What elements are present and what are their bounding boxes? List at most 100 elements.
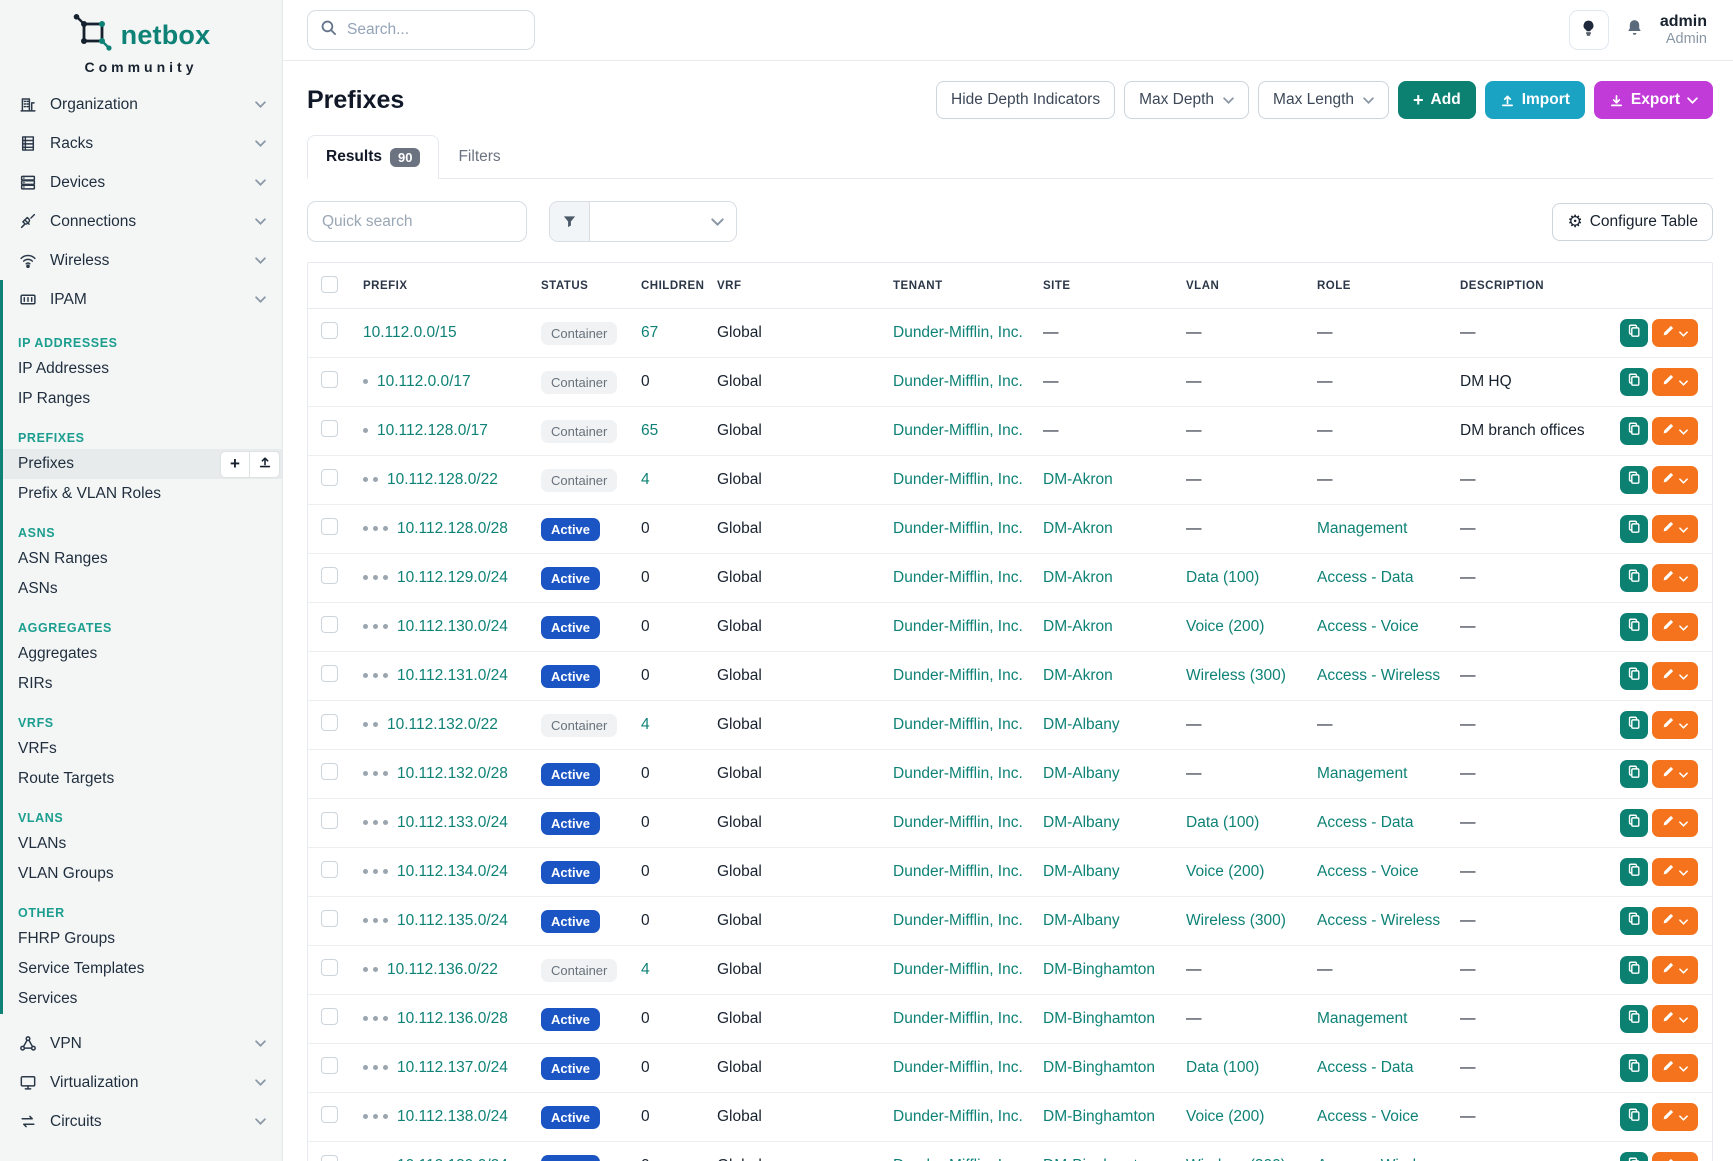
site-link[interactable]: DM-Akron (1043, 471, 1113, 488)
row-checkbox[interactable] (321, 714, 338, 731)
site-link[interactable]: DM-Albany (1043, 765, 1120, 782)
row-checkbox[interactable] (321, 322, 338, 339)
import-button[interactable]: Import (1485, 81, 1585, 119)
prefix-link[interactable]: 10.112.0.0/15 (363, 324, 457, 341)
children-count-link[interactable]: 67 (641, 324, 658, 341)
add-button[interactable]: + Add (1398, 81, 1476, 119)
vlan-link[interactable]: Voice (200) (1186, 863, 1264, 880)
clone-button[interactable] (1620, 417, 1648, 445)
tenant-link[interactable]: Dunder-Mifflin, Inc. (893, 961, 1023, 978)
edit-dropdown-button[interactable] (1652, 319, 1698, 347)
vlan-link[interactable]: Wireless (300) (1186, 667, 1286, 684)
tenant-link[interactable]: Dunder-Mifflin, Inc. (893, 912, 1023, 929)
tenant-link[interactable]: Dunder-Mifflin, Inc. (893, 373, 1023, 390)
row-checkbox[interactable] (321, 420, 338, 437)
role-link[interactable]: Access - Data (1317, 1059, 1413, 1076)
edit-dropdown-button[interactable] (1652, 515, 1698, 543)
role-link[interactable]: Management (1317, 520, 1407, 537)
column-header-prefix[interactable]: PREFIX (355, 263, 533, 309)
clone-button[interactable] (1620, 1152, 1648, 1161)
prefix-link[interactable]: 10.112.137.0/24 (397, 1059, 508, 1076)
sidebar-item-connections[interactable]: Connections (0, 202, 282, 241)
prefix-link[interactable]: 10.112.128.0/28 (397, 520, 508, 537)
sidebar-item-devices[interactable]: Devices (0, 163, 282, 202)
role-link[interactable]: Access - Wireless (1317, 912, 1440, 929)
clone-button[interactable] (1620, 662, 1648, 690)
children-count-link[interactable]: 65 (641, 422, 658, 439)
edit-dropdown-button[interactable] (1652, 711, 1698, 739)
sidebar-item-racks[interactable]: Racks (0, 124, 282, 163)
site-link[interactable]: DM-Binghamton (1043, 1010, 1155, 1027)
tab-results[interactable]: Results 90 (307, 135, 439, 179)
quick-search-input[interactable] (307, 201, 527, 242)
tenant-link[interactable]: Dunder-Mifflin, Inc. (893, 618, 1023, 635)
prefix-link[interactable]: 10.112.132.0/28 (397, 765, 508, 782)
tenant-link[interactable]: Dunder-Mifflin, Inc. (893, 1108, 1023, 1125)
clone-button[interactable] (1620, 1103, 1648, 1131)
hide-depth-indicators-button[interactable]: Hide Depth Indicators (936, 81, 1115, 119)
site-link[interactable]: DM-Akron (1043, 667, 1113, 684)
row-checkbox[interactable] (321, 1057, 338, 1074)
edit-dropdown-button[interactable] (1652, 809, 1698, 837)
prefix-link[interactable]: 10.112.0.0/17 (377, 373, 471, 390)
site-link[interactable]: DM-Binghamton (1043, 1059, 1155, 1076)
column-header-site[interactable]: SITE (1035, 263, 1178, 309)
sidebar-item-services[interactable]: Services (3, 984, 282, 1014)
prefix-link[interactable]: 10.112.133.0/24 (397, 814, 508, 831)
site-link[interactable]: DM-Akron (1043, 520, 1113, 537)
role-link[interactable]: Management (1317, 1010, 1407, 1027)
tenant-link[interactable]: Dunder-Mifflin, Inc. (893, 716, 1023, 733)
sidebar-item-service-templates[interactable]: Service Templates (3, 954, 282, 984)
vlan-link[interactable]: Data (100) (1186, 569, 1259, 586)
search-input[interactable] (347, 21, 507, 39)
sidebar-item-organization[interactable]: Organization (0, 85, 282, 124)
edit-dropdown-button[interactable] (1652, 1152, 1698, 1161)
quick-import-button[interactable] (250, 451, 280, 478)
sidebar-item-aggregates[interactable]: Aggregates (3, 639, 282, 669)
prefix-link[interactable]: 10.112.128.0/17 (377, 422, 488, 439)
sidebar-item-vrfs[interactable]: VRFs (3, 734, 282, 764)
tenant-link[interactable]: Dunder-Mifflin, Inc. (893, 1157, 1023, 1161)
clone-button[interactable] (1620, 564, 1648, 592)
prefix-link[interactable]: 10.112.138.0/24 (397, 1108, 508, 1125)
vlan-link[interactable]: Wireless (300) (1186, 912, 1286, 929)
tenant-link[interactable]: Dunder-Mifflin, Inc. (893, 1059, 1023, 1076)
user-menu[interactable]: admin Admin (1660, 12, 1707, 49)
row-checkbox[interactable] (321, 812, 338, 829)
quick-add-button[interactable]: + (220, 451, 250, 478)
vlan-link[interactable]: Voice (200) (1186, 1108, 1264, 1125)
edit-dropdown-button[interactable] (1652, 858, 1698, 886)
edit-dropdown-button[interactable] (1652, 417, 1698, 445)
clone-button[interactable] (1620, 1054, 1648, 1082)
site-link[interactable]: DM-Binghamton (1043, 1108, 1155, 1125)
sidebar-item-rirs[interactable]: RIRs (3, 669, 282, 699)
prefix-link[interactable]: 10.112.130.0/24 (397, 618, 508, 635)
clone-button[interactable] (1620, 956, 1648, 984)
tab-filters[interactable]: Filters (439, 135, 519, 179)
edit-dropdown-button[interactable] (1652, 907, 1698, 935)
edit-dropdown-button[interactable] (1652, 956, 1698, 984)
site-link[interactable]: DM-Albany (1043, 863, 1120, 880)
sidebar-item-vpn[interactable]: VPN (0, 1024, 282, 1063)
role-link[interactable]: Access - Voice (1317, 863, 1419, 880)
row-checkbox[interactable] (321, 616, 338, 633)
configure-table-button[interactable]: ⚙ Configure Table (1552, 203, 1713, 241)
site-link[interactable]: DM-Albany (1043, 912, 1120, 929)
theme-toggle-button[interactable] (1569, 10, 1609, 50)
tenant-link[interactable]: Dunder-Mifflin, Inc. (893, 814, 1023, 831)
clone-button[interactable] (1620, 1005, 1648, 1033)
role-link[interactable]: Access - Voice (1317, 618, 1419, 635)
prefix-link[interactable]: 10.112.128.0/22 (387, 471, 498, 488)
children-count-link[interactable]: 4 (641, 471, 650, 488)
sidebar-item-fhrp-groups[interactable]: FHRP Groups (3, 924, 282, 954)
sidebar-item-ipam[interactable]: IPAM (3, 280, 282, 319)
row-checkbox[interactable] (321, 1008, 338, 1025)
row-checkbox[interactable] (321, 1106, 338, 1123)
clone-button[interactable] (1620, 907, 1648, 935)
site-link[interactable]: DM-Binghamton (1043, 1157, 1155, 1161)
clone-button[interactable] (1620, 515, 1648, 543)
site-link[interactable]: DM-Akron (1043, 569, 1113, 586)
sidebar-item-virtualization[interactable]: Virtualization (0, 1063, 282, 1102)
prefix-link[interactable]: 10.112.134.0/24 (397, 863, 508, 880)
site-link[interactable]: DM-Albany (1043, 814, 1120, 831)
